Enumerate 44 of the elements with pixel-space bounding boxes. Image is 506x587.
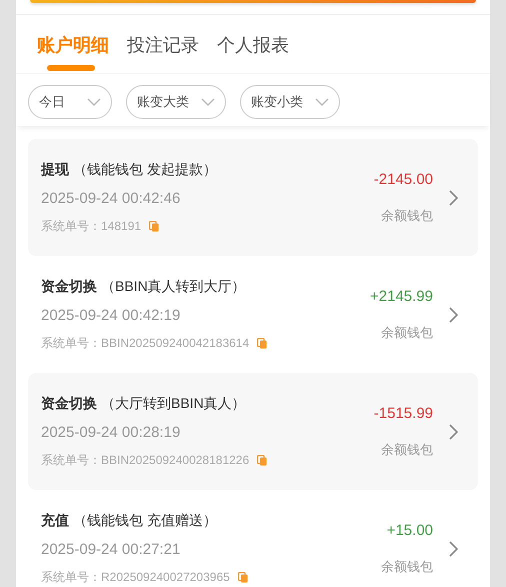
record-type: 充值 bbox=[41, 512, 69, 528]
order-number: 系统单号：BBIN202509240042183614 bbox=[41, 334, 250, 352]
tab[interactable]: 投注记录 bbox=[125, 31, 201, 71]
copy-icon[interactable] bbox=[149, 220, 160, 232]
record-card[interactable]: 提现 （钱能钱包 发起提款） 2025-09-24 00:42:46 系统单号：148191 -2145.00 余额钱包 bbox=[28, 139, 478, 256]
wallet-label: 余额钱包 bbox=[381, 206, 433, 224]
record-time: 2025-09-24 00:42:19 bbox=[41, 306, 182, 324]
tab[interactable]: 个人报表 bbox=[215, 31, 291, 71]
record-card[interactable]: 资金切换 （大厅转到BBIN真人） 2025-09-24 00:28:19 系统单号：BBIN202509240028181226 -1515.99 余额钱包 bbox=[28, 373, 478, 490]
order-number: 系统单号：BBIN202509240028181226 bbox=[41, 452, 250, 468]
wallet-label: 余额钱包 bbox=[381, 440, 433, 458]
order-number: 系统单号：R202509240027203965 bbox=[41, 568, 230, 586]
record-type: 资金切换 bbox=[41, 278, 97, 294]
chevron-right-icon bbox=[449, 190, 458, 206]
copy-icon[interactable] bbox=[257, 338, 268, 348]
record-type: 资金切换 bbox=[41, 394, 97, 410]
chevron-right-icon bbox=[449, 424, 458, 440]
filter-dropdown[interactable]: 账变小类 bbox=[240, 85, 340, 119]
record-time: 2025-09-24 00:27:21 bbox=[41, 540, 182, 558]
filter-dropdown[interactable]: 今日 bbox=[28, 85, 112, 119]
copy-icon[interactable] bbox=[257, 454, 268, 466]
filter-dropdown[interactable]: 账变大类 bbox=[126, 85, 226, 119]
record-detail: （钱能钱包 充值赠送） bbox=[73, 512, 217, 528]
amount: +15.00 bbox=[386, 522, 433, 538]
amount: -1515.99 bbox=[374, 404, 433, 422]
chevron-right-icon bbox=[449, 540, 458, 556]
wallet-label: 余额钱包 bbox=[381, 558, 433, 576]
record-time: 2025-09-24 00:28:19 bbox=[41, 424, 182, 440]
copy-icon[interactable] bbox=[238, 572, 248, 582]
chevron-down-icon bbox=[87, 98, 101, 106]
amount: +2145.99 bbox=[370, 288, 433, 304]
record-type: 提现 bbox=[41, 160, 69, 176]
record-detail: （BBIN真人转到大厅） bbox=[101, 278, 246, 294]
record-detail: （大厅转到BBIN真人） bbox=[101, 394, 246, 410]
amount: -2145.00 bbox=[374, 170, 433, 188]
order-number: 系统单号：148191 bbox=[41, 218, 142, 234]
record-card[interactable]: 充值 （钱能钱包 充值赠送） 2025-09-24 00:27:21 系统单号：R202509240027203965 +15.00 余额钱包 bbox=[28, 490, 478, 587]
chevron-down-icon bbox=[315, 98, 329, 106]
wallet-label: 余额钱包 bbox=[381, 324, 433, 342]
record-time: 2025-09-24 00:42:46 bbox=[41, 190, 182, 206]
chevron-down-icon bbox=[201, 98, 215, 106]
record-card[interactable]: 资金切换 （BBIN真人转到大厅） 2025-09-24 00:42:19 系统单号：BBIN202509240042183614 +2145.99 余额钱包 bbox=[28, 256, 478, 373]
record-detail: （钱能钱包 发起提款） bbox=[73, 160, 217, 176]
chevron-right-icon bbox=[449, 306, 458, 322]
